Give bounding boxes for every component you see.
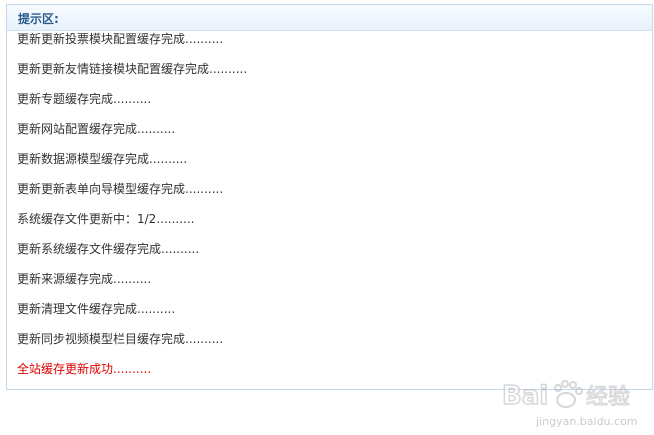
log-line: 更新更新投票模块配置缓存完成.......... (17, 32, 224, 46)
log-line: 更新系统缓存文件缓存完成.......... (17, 242, 200, 256)
baidu-paw-logo-icon: Bai 经验 (501, 380, 631, 412)
log-line: 更新同步视频模型栏目缓存完成.......... (17, 332, 224, 346)
svg-text:经验: 经验 (586, 385, 630, 410)
svg-text:Bai: Bai (502, 381, 548, 411)
log-line: 更新来源缓存完成.......... (17, 272, 152, 286)
tips-panel: 提示区: 更新更新投票模块配置缓存完成.......... 更新更新友情链接模块… (6, 4, 653, 390)
panel-header: 提示区: (7, 5, 652, 31)
log-line: 更新更新友情链接模块配置缓存完成.......... (17, 62, 248, 76)
panel-title: 提示区: (18, 12, 59, 26)
log-line: 更新专题缓存完成.......... (17, 92, 152, 106)
log-line: 系统缓存文件更新中：1/2.......... (17, 212, 195, 226)
baidu-jingyan-watermark: Bai 经验 jingyan.baidu.com (500, 370, 650, 430)
log-line-success: 全站缓存更新成功.......... (17, 362, 152, 376)
log-line: 更新数据源模型缓存完成.......... (17, 152, 188, 166)
watermark-url: jingyan.baidu.com (536, 415, 638, 428)
log-line: 更新更新表单向导模型缓存完成.......... (17, 182, 224, 196)
log-line: 更新网站配置缓存完成.......... (17, 122, 176, 136)
log-line: 更新清理文件缓存完成.......... (17, 302, 176, 316)
